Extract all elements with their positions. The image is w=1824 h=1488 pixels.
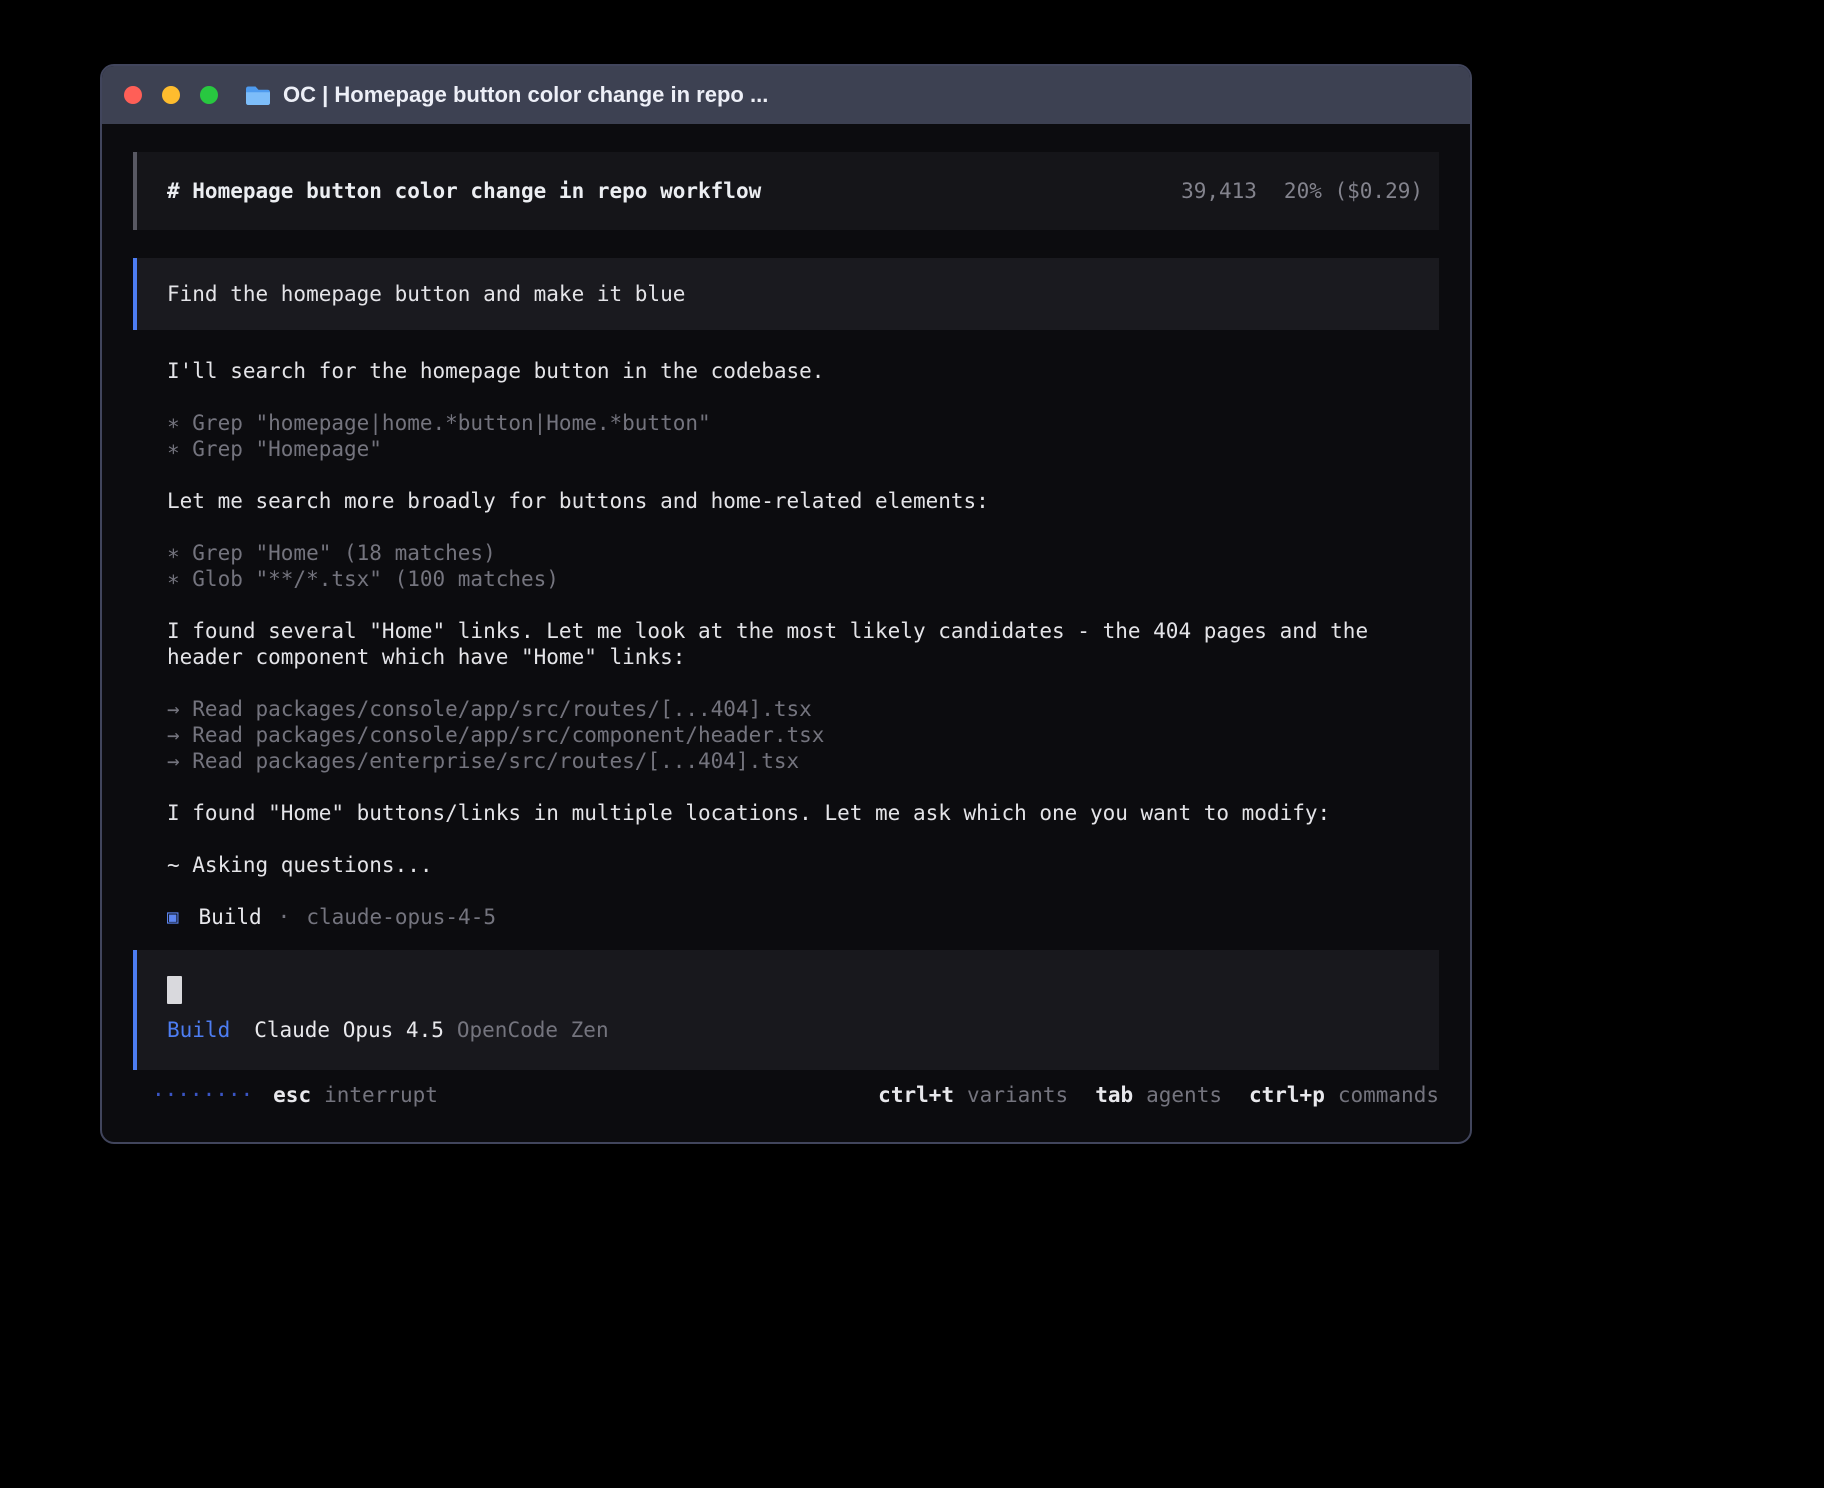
close-button[interactable] xyxy=(124,86,142,104)
footer-left: ········ esc interrupt xyxy=(133,1082,438,1108)
commands-hint: ctrl+p commands xyxy=(1249,1082,1439,1108)
user-message: Find the homepage button and make it blu… xyxy=(133,258,1439,330)
tool-call-group: ∗ Grep "homepage|home.*button|Home.*butt… xyxy=(167,410,1407,462)
agent-badge: ▣ Build · claude-opus-4-5 xyxy=(167,904,1407,930)
grep-tool-line: ∗ Grep "Homepage" xyxy=(167,436,1407,462)
chat-log: I'll search for the homepage button in t… xyxy=(167,358,1407,930)
minimize-button[interactable] xyxy=(162,86,180,104)
tab-key-label: tab xyxy=(1095,1083,1133,1107)
context-usage: 20% ($0.29) xyxy=(1284,178,1423,204)
assistant-paragraph: I found "Home" buttons/links in multiple… xyxy=(167,800,1407,826)
footer: ········ esc interrupt ctrl+t variants tab… xyxy=(133,1082,1439,1108)
agents-label: agents xyxy=(1146,1083,1222,1107)
separator-dot: · xyxy=(278,904,291,930)
folder-icon xyxy=(244,84,272,107)
titlebar[interactable]: OC | Homepage button color change in rep… xyxy=(102,66,1470,124)
agent-square-icon: ▣ xyxy=(167,904,178,930)
zoom-button[interactable] xyxy=(200,86,218,104)
text-cursor xyxy=(167,976,182,1004)
esc-key-label: esc xyxy=(273,1083,311,1107)
tool-call-group: → Read packages/console/app/src/routes/[… xyxy=(167,696,1407,774)
agent-model: claude-opus-4-5 xyxy=(306,904,496,930)
read-tool-line: → Read packages/enterprise/src/routes/[.… xyxy=(167,748,1407,774)
user-message-text: Find the homepage button and make it blu… xyxy=(167,282,685,306)
commands-label: commands xyxy=(1338,1083,1439,1107)
grep-tool-line: ∗ Grep "Home" (18 matches) xyxy=(167,540,1407,566)
grep-tool-line: ∗ Grep "homepage|home.*button|Home.*butt… xyxy=(167,410,1407,436)
spinner-dots: ········ xyxy=(152,1082,253,1108)
agents-hint: tab agents xyxy=(1095,1082,1222,1108)
status-text: ~ Asking questions... xyxy=(167,852,1407,878)
mode-label: Build xyxy=(167,1017,230,1043)
session-title: # Homepage button color change in repo w… xyxy=(167,178,761,204)
terminal-window: OC | Homepage button color change in rep… xyxy=(100,64,1472,1144)
variants-hint: ctrl+t variants xyxy=(878,1082,1068,1108)
input-status-line: Build Claude Opus 4.5 OpenCode Zen xyxy=(167,1017,1423,1043)
interrupt-hint: esc interrupt xyxy=(273,1082,438,1108)
input-line[interactable] xyxy=(167,976,1423,1004)
ctrl-t-key-label: ctrl+t xyxy=(878,1083,954,1107)
tool-call-group: ∗ Grep "Home" (18 matches) ∗ Glob "**/*.… xyxy=(167,540,1407,592)
traffic-lights xyxy=(124,86,218,104)
terminal-body: # Homepage button color change in repo w… xyxy=(102,124,1470,1142)
provider-label: OpenCode Zen xyxy=(457,1017,609,1043)
footer-right: ctrl+t variants tab agents ctrl+p commands xyxy=(878,1082,1439,1108)
assistant-paragraph: I found several "Home" links. Let me loo… xyxy=(167,618,1407,670)
session-header: # Homepage button color change in repo w… xyxy=(133,152,1439,230)
read-tool-line: → Read packages/console/app/src/routes/[… xyxy=(167,696,1407,722)
assistant-paragraph: Let me search more broadly for buttons a… xyxy=(167,488,1407,514)
interrupt-label: interrupt xyxy=(324,1083,438,1107)
read-tool-line: → Read packages/console/app/src/componen… xyxy=(167,722,1407,748)
window-title: OC | Homepage button color change in rep… xyxy=(283,82,768,108)
variants-label: variants xyxy=(967,1083,1068,1107)
session-stats: 39,413 20% ($0.29) xyxy=(1181,178,1423,204)
model-label: Claude Opus 4.5 xyxy=(254,1017,444,1043)
assistant-paragraph: I'll search for the homepage button in t… xyxy=(167,358,1407,384)
ctrl-p-key-label: ctrl+p xyxy=(1249,1083,1325,1107)
glob-tool-line: ∗ Glob "**/*.tsx" (100 matches) xyxy=(167,566,1407,592)
prompt-input[interactable]: Build Claude Opus 4.5 OpenCode Zen xyxy=(133,950,1439,1070)
token-count: 39,413 xyxy=(1181,178,1257,204)
agent-name: Build xyxy=(198,904,261,930)
